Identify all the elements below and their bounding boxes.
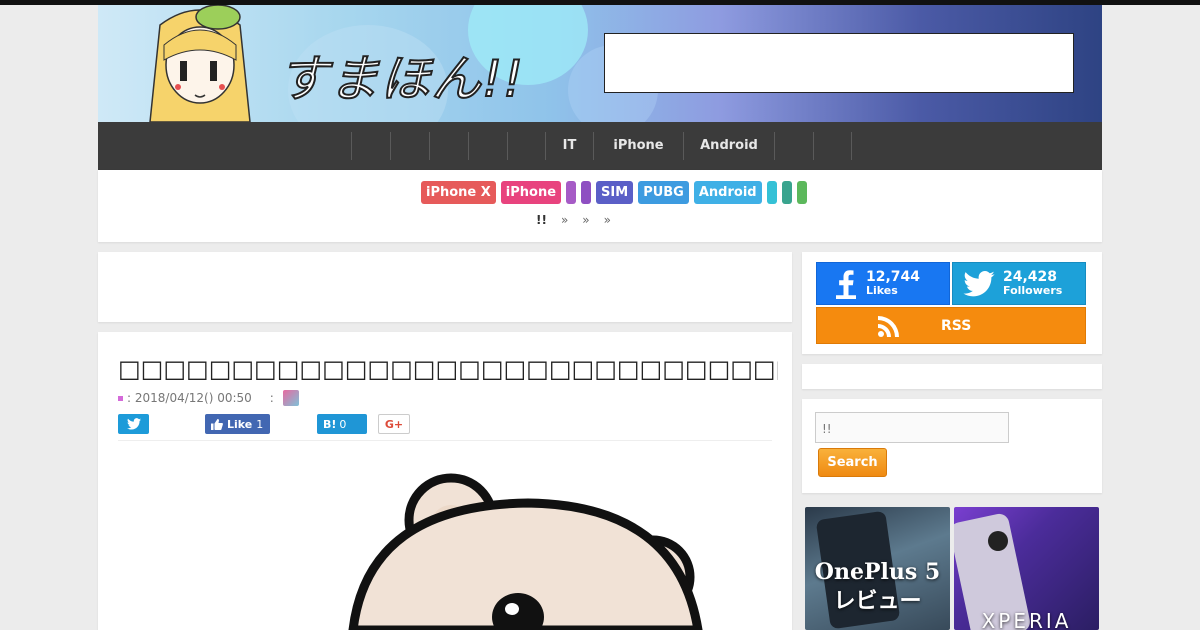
twitter-follower-count: 24,428 xyxy=(1003,269,1058,285)
article-thumbnail-oneplus5[interactable]: OnePlus 5 レビュー xyxy=(805,507,950,630)
facebook-like-button[interactable]: Like 1 xyxy=(205,414,270,434)
breadcrumb-home[interactable]: !! xyxy=(536,213,547,227)
mascot-illustration xyxy=(149,5,251,122)
tag[interactable] xyxy=(781,181,792,204)
content-ad-panel[interactable] xyxy=(98,252,792,322)
twitter-icon xyxy=(963,270,995,296)
article-date: : 2018/04/12() 00:50 xyxy=(127,391,252,405)
author-avatar[interactable] xyxy=(283,390,299,406)
rss-label: RSS xyxy=(941,317,972,334)
google-plus-button[interactable]: G+ xyxy=(378,414,410,434)
nav-item-android[interactable]: Android xyxy=(683,132,774,160)
site-header: すまほん!! xyxy=(98,5,1102,122)
tag-pubg[interactable]: PUBG xyxy=(638,181,689,204)
breadcrumb-separator: » xyxy=(603,213,611,227)
article-title: □□□□□□□□□□□□□□□□□□□□□□□□□□□□□□□□□ xyxy=(118,355,778,383)
main-nav: IT iPhone Android xyxy=(98,122,1102,170)
article-thumbnail-xperia[interactable]: XPERIA xyxy=(954,507,1099,630)
twitter-followers-label: Followers xyxy=(1003,284,1063,297)
article-hero-image xyxy=(118,445,772,630)
nav-item[interactable] xyxy=(774,132,813,160)
search-button[interactable]: Search xyxy=(818,448,887,477)
thumbnail-title: XPERIA xyxy=(981,609,1072,630)
twitter-share-button[interactable] xyxy=(118,414,149,434)
date-marker-icon xyxy=(118,395,123,401)
thumbnail-title-line2: レビュー xyxy=(833,588,922,614)
twitter-followers-box[interactable]: 24,428 Followers xyxy=(952,262,1086,305)
sidebar-widget xyxy=(802,364,1102,389)
rss-icon xyxy=(878,315,899,337)
tag[interactable] xyxy=(581,181,592,204)
tag[interactable] xyxy=(566,181,577,204)
tag-sim[interactable]: SIM xyxy=(596,181,634,204)
hatena-icon: B! xyxy=(323,417,337,431)
breadcrumb: !! » » » xyxy=(536,213,611,227)
nav-item[interactable] xyxy=(813,132,852,160)
twitter-bird-icon xyxy=(126,418,141,430)
tag[interactable] xyxy=(796,181,807,204)
thumbs-up-icon xyxy=(211,418,223,430)
rss-button[interactable]: RSS xyxy=(816,307,1086,344)
facebook-like-count-total: 12,744 xyxy=(866,269,921,285)
tag-bar: iPhone X iPhone SIM PUBG Android !! » » … xyxy=(98,170,1102,242)
hatena-bookmark-button[interactable]: B! 0 xyxy=(317,414,367,434)
tag[interactable] xyxy=(766,181,777,204)
header-ad-banner[interactable] xyxy=(604,33,1074,93)
search-input[interactable]: !! xyxy=(815,412,1009,443)
tag-list: iPhone X iPhone SIM PUBG Android xyxy=(421,181,807,204)
facebook-like-label: Like xyxy=(227,417,253,431)
tag-iphone[interactable]: iPhone xyxy=(500,181,562,204)
site-logo[interactable]: すまほん!! xyxy=(277,39,524,111)
share-divider xyxy=(118,440,772,441)
thumbnail-title-line1: OnePlus 5 xyxy=(814,559,941,585)
facebook-likes-box[interactable]: 12,744 Likes xyxy=(816,262,950,305)
facebook-icon xyxy=(836,269,856,299)
nav-item[interactable] xyxy=(390,132,429,160)
nav-item-iphone[interactable]: iPhone xyxy=(593,132,683,160)
nav-item[interactable] xyxy=(429,132,468,160)
google-plus-icon: G+ xyxy=(384,417,404,431)
breadcrumb-separator: » xyxy=(582,213,590,227)
nav-item[interactable] xyxy=(468,132,507,160)
tag-iphone-x[interactable]: iPhone X xyxy=(421,181,496,204)
nav-item[interactable] xyxy=(351,132,390,160)
facebook-like-count: 1 xyxy=(256,417,264,431)
breadcrumb-separator: » xyxy=(560,213,569,227)
author-separator: : xyxy=(269,391,274,405)
facebook-likes-label: Likes xyxy=(866,284,898,297)
tag-android[interactable]: Android xyxy=(693,181,762,204)
nav-item[interactable] xyxy=(507,132,545,160)
article-meta: : 2018/04/12() 00:50 : xyxy=(118,391,274,405)
hatena-count: 0 xyxy=(339,417,347,431)
camera-lens-graphic xyxy=(988,531,1008,551)
nav-item-it[interactable]: IT xyxy=(545,132,593,160)
bear-illustration xyxy=(348,473,703,630)
